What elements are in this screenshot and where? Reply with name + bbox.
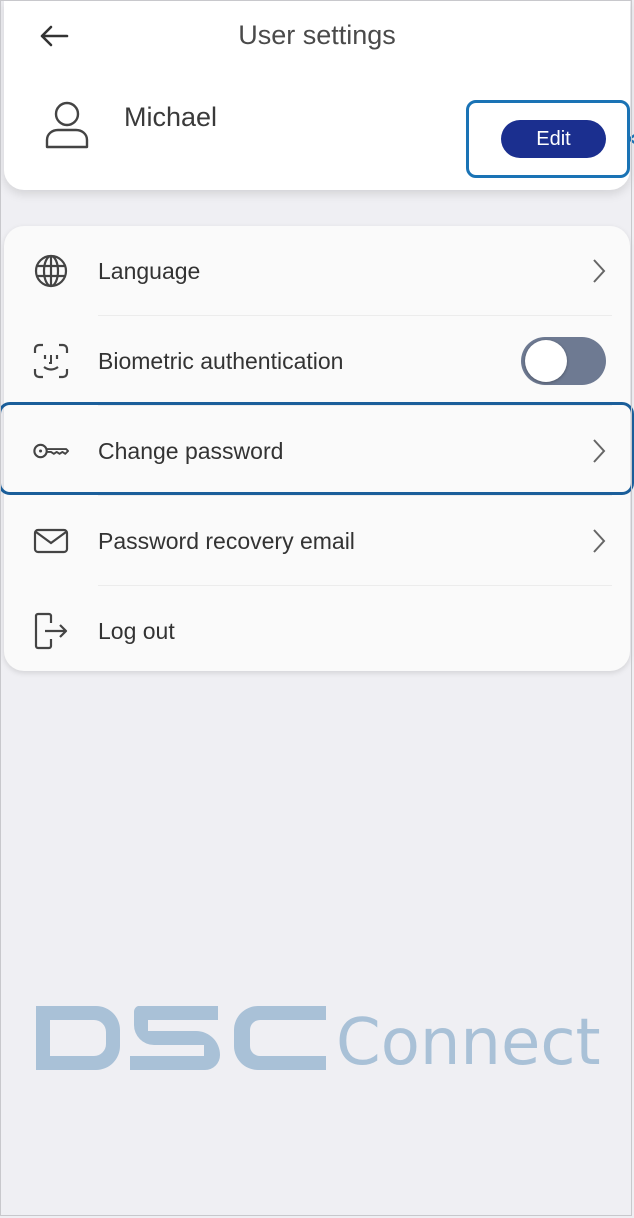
chevron-right-icon [593,439,606,463]
pointer-icon [629,134,634,144]
key-icon [32,432,70,470]
settings-item-change-password[interactable]: Change password [4,406,630,496]
settings-item-label: Log out [98,617,175,644]
user-icon [45,101,89,149]
svg-text:Connect: Connect [336,1006,601,1078]
toggle-knob [525,340,567,382]
chevron-right-icon [593,259,606,283]
page-title: User settings [238,20,396,50]
edit-button[interactable]: Edit [501,120,606,158]
settings-card: Language Biometric authentication Change… [4,226,630,671]
face-id-icon [32,342,70,380]
dsc-connect-logo: Connect [36,1006,601,1078]
logout-icon [32,612,70,650]
chevron-right-icon [593,529,606,553]
header-card: User settings Michael Edit [4,0,634,190]
settings-item-label: Password recovery email [98,527,355,554]
globe-icon [32,252,70,290]
user-name: Michael [124,102,218,132]
settings-item-log-out[interactable]: Log out [4,586,630,676]
envelope-icon [32,522,70,560]
settings-item-language[interactable]: Language [4,226,630,316]
settings-item-label: Change password [98,437,284,464]
settings-item-label: Biometric authentication [98,347,344,374]
settings-item-recovery-email[interactable]: Password recovery email [4,496,630,586]
biometric-toggle[interactable] [521,337,606,385]
settings-item-label: Language [98,257,201,284]
settings-item-biometric: Biometric authentication [4,316,630,406]
